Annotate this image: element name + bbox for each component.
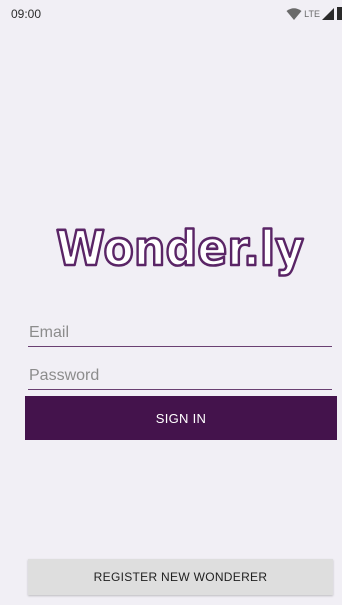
password-field[interactable] xyxy=(28,361,332,390)
email-field[interactable] xyxy=(28,318,332,347)
app-logo: Wonder.ly xyxy=(0,218,342,288)
wifi-icon xyxy=(286,7,302,20)
network-type-label: LTE xyxy=(304,8,320,19)
signal-icon xyxy=(322,7,334,20)
battery-icon xyxy=(337,7,342,20)
status-icons: LTE xyxy=(286,7,342,20)
app-logo-text: Wonder.ly xyxy=(56,221,304,277)
app-logo-graphic: Wonder.ly xyxy=(55,220,306,279)
status-bar: 09:00 LTE xyxy=(0,0,342,26)
email-input[interactable] xyxy=(28,318,332,346)
password-input[interactable] xyxy=(28,361,332,389)
register-button[interactable]: REGISTER NEW WONDERER xyxy=(28,559,333,595)
sign-in-button[interactable]: SIGN IN xyxy=(25,396,337,440)
status-time: 09:00 xyxy=(11,7,42,21)
